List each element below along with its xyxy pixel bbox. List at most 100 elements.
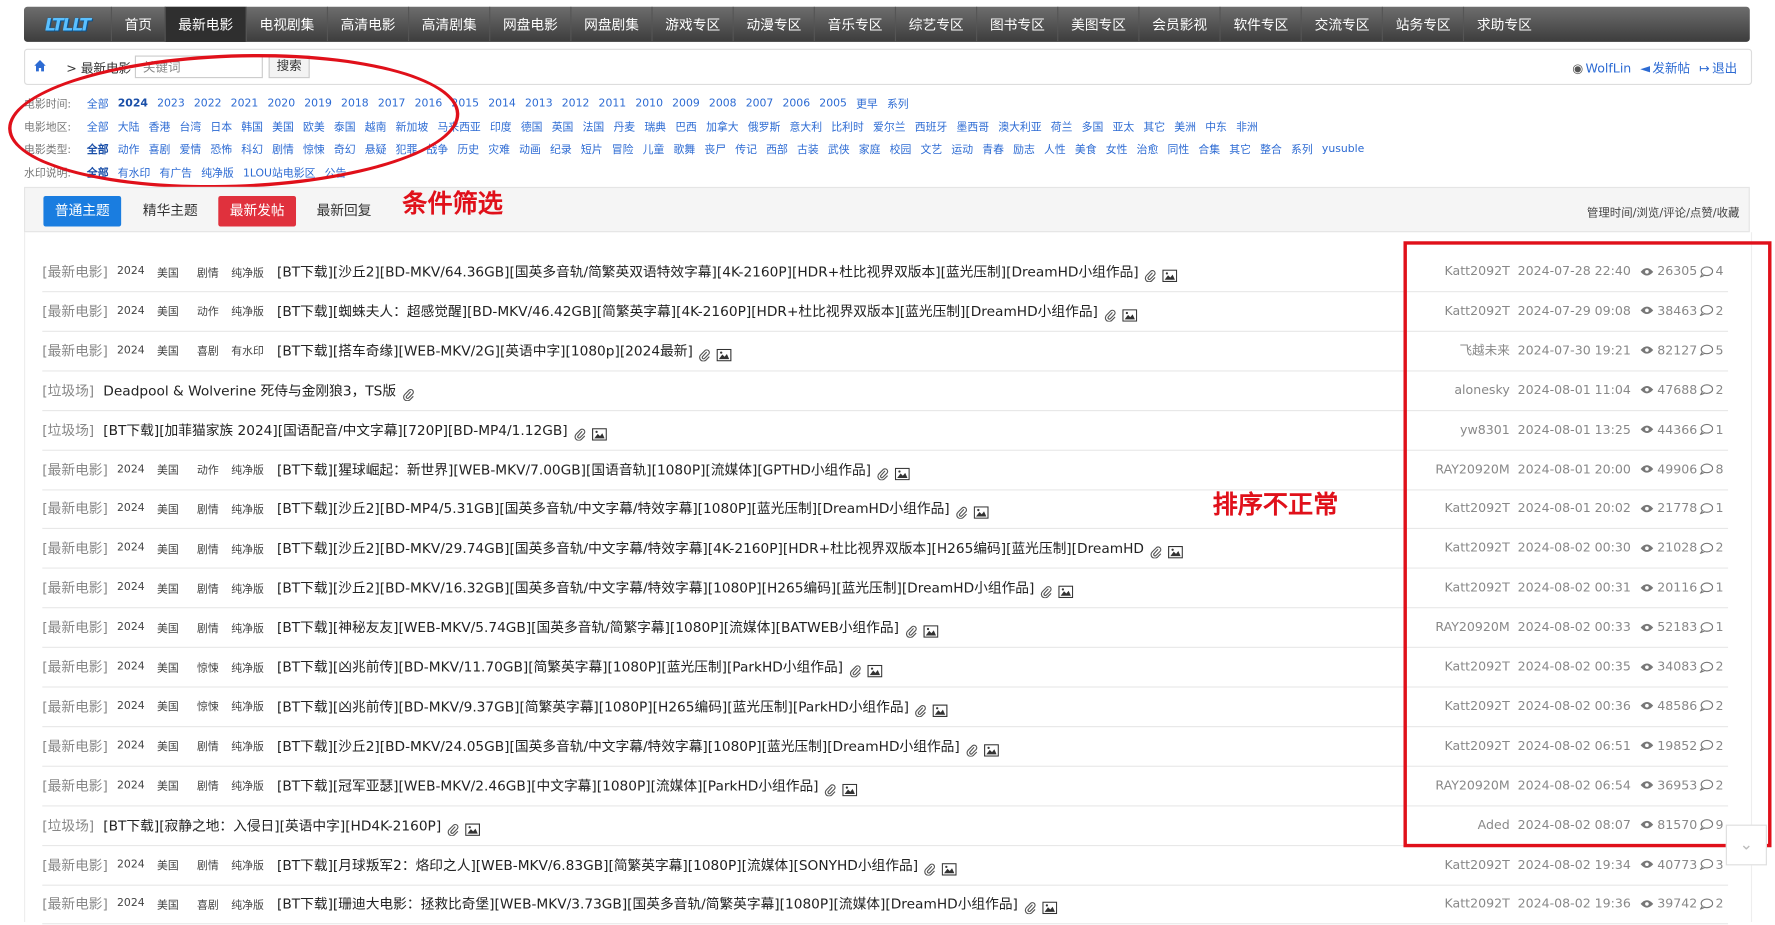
thread-title[interactable]: [BT下载][搭车奇缘][WEB-MKV/2G][英语中字][1080p][20… [277,341,693,360]
thread-tag[interactable]: 纯净版 [231,777,277,793]
thread-title[interactable]: [BT下载][沙丘2][BD-MKV/64.36GB][国英多音轨/简繁英双语特… [277,262,1139,281]
thread-title[interactable]: [BT下载][寂静之地：入侵日][英语中字][HD4K-2160P] [103,815,441,834]
thread-tag[interactable]: 美国 [157,619,197,635]
filter-option[interactable]: 冒险 [612,140,634,156]
thread-tag[interactable]: 2024 [117,621,157,633]
filter-option[interactable]: 其它 [1143,118,1165,133]
filter-option[interactable]: 青春 [982,140,1004,156]
thread-category[interactable]: [垃圾场] [42,380,94,399]
filter-option[interactable]: 2010 [635,97,663,109]
filter-option[interactable]: 系列 [887,95,909,111]
tab-latest-post[interactable]: 最新发帖 [218,195,297,227]
thread-tag[interactable]: 剧情 [197,619,231,635]
filter-option[interactable]: 儿童 [643,140,665,156]
filter-option[interactable]: 其它 [1229,140,1251,156]
thread-category[interactable]: [最新电影] [42,578,108,597]
nav-item[interactable]: 求助专区 [1463,6,1544,42]
nav-item[interactable]: 会员影视 [1138,6,1220,42]
filter-option[interactable]: 系列 [1291,140,1313,156]
thread-title[interactable]: [BT下载][凶兆前传][BD-MKV/11.70GB][简繁英字幕][1080… [277,657,843,676]
thread-tag[interactable]: 纯净版 [231,738,277,753]
thread-tag[interactable]: 美国 [157,580,197,595]
thread-category[interactable]: [最新电影] [42,855,108,874]
table-row[interactable]: [最新电影] 2024 美国 喜剧 纯净版 [BT下载][珊迪大电影：拯救比奇堡][WEB… [42,884,1729,925]
thread-title[interactable]: [BT下载][凶兆前传][BD-MKV/9.37GB][简繁英字幕][1080P… [277,696,909,715]
filter-option[interactable]: 2011 [599,97,627,109]
thread-title[interactable]: Deadpool & Wolverine 死侍与金刚狼3，TS版 [103,380,396,399]
thread-tag[interactable]: 美国 [157,738,197,753]
filter-option[interactable]: 爱尔兰 [873,118,906,133]
filter-option[interactable]: 丹麦 [613,118,635,133]
filter-option[interactable]: 2008 [709,97,737,109]
filter-option[interactable]: 古装 [797,140,819,156]
thread-title[interactable]: [BT下载][珊迪大电影：拯救比奇堡][WEB-MKV/3.73GB][国英多音… [277,894,1018,913]
filter-option[interactable]: 更早 [856,95,878,111]
thread-category[interactable]: [垃圾场] [42,815,94,834]
thread-tag[interactable]: 美国 [157,698,197,714]
nav-item[interactable]: 交流专区 [1300,6,1382,42]
thread-tag[interactable]: 纯净版 [231,303,277,318]
filter-option[interactable]: 西班牙 [915,118,948,133]
filter-option[interactable]: 德国 [521,118,543,133]
new-post-link[interactable]: ◄ 发新帖 [1640,59,1690,77]
nav-item[interactable]: 网盘剧集 [570,6,651,42]
nav-item[interactable]: 电视剧集 [245,6,327,42]
nav-item[interactable]: 网盘电影 [489,6,570,42]
user-link[interactable]: ◉ WolfLin [1572,61,1631,76]
thread-tag[interactable]: 纯净版 [231,896,277,911]
thread-category[interactable]: [最新电影] [42,776,108,795]
thread-title[interactable]: [BT下载][蜘蛛夫人：超感觉醒][BD-MKV/46.42GB][简繁英字幕]… [277,301,1098,320]
filter-option[interactable]: 运动 [951,140,973,156]
filter-option[interactable]: 丧尸 [704,140,726,156]
filter-option[interactable]: 比利时 [831,118,864,133]
filter-option[interactable]: 印度 [490,118,512,133]
nav-item[interactable]: 首页 [110,6,165,42]
thread-tag[interactable]: 纯净版 [231,461,277,476]
thread-tag[interactable]: 美国 [157,896,197,911]
thread-tag[interactable]: 剧情 [197,263,231,279]
nav-item[interactable]: 高清剧集 [408,6,489,42]
thread-title[interactable]: [BT下载][月球叛军2：烙印之人][WEB-MKV/6.83GB][简繁英字幕… [277,855,918,874]
thread-tag[interactable]: 惊悚 [197,659,231,674]
filter-option[interactable]: 武侠 [828,140,850,156]
filter-option[interactable]: 纪录 [550,140,572,156]
thread-title[interactable]: [BT下载][猩球崛起：新世界][WEB-MKV/7.00GB][国语音轨][1… [277,459,871,478]
thread-tag[interactable]: 2024 [117,265,157,277]
filter-option[interactable]: 荷兰 [1051,118,1073,133]
nav-item[interactable]: 综艺专区 [895,6,976,42]
filter-option[interactable]: 人性 [1044,140,1066,156]
thread-title[interactable]: [BT下载][沙丘2][BD-MKV/16.32GB][国英多音轨/中文字幕/特… [277,578,1034,597]
thread-author[interactable]: Katt2092T [1384,896,1510,911]
thread-category[interactable]: [最新电影] [42,262,108,281]
filter-option[interactable]: 家庭 [859,140,881,156]
nav-item[interactable]: 音乐专区 [813,6,895,42]
thread-tag[interactable]: 剧情 [197,501,231,516]
thread-tag[interactable]: 剧情 [197,580,231,595]
nav-item[interactable]: 美图专区 [1057,6,1138,42]
filter-option[interactable]: 中东 [1205,118,1227,133]
thread-title[interactable]: [BT下载][沙丘2][BD-MKV/29.74GB][国英多音轨/中文字幕/特… [277,538,1144,557]
site-logo[interactable]: LTLLT [24,7,111,42]
nav-item[interactable]: 游戏专区 [651,6,733,42]
thread-tag[interactable]: 纯净版 [231,698,277,714]
thread-title[interactable]: [BT下载][冠军亚瑟][WEB-MKV/2.46GB][中文字幕][1080P… [277,776,819,795]
scroll-top-button[interactable]: ⌄ [1725,824,1767,866]
thread-tag[interactable]: 美国 [157,777,197,793]
filter-option[interactable]: 动画 [519,140,541,156]
thread-tag[interactable]: 2024 [117,581,157,593]
home-icon[interactable] [33,59,47,73]
nav-item[interactable]: 最新电影 [164,6,246,42]
filter-option[interactable]: 短片 [581,140,603,156]
thread-tag[interactable]: 剧情 [197,777,231,793]
thread-tag[interactable]: 2024 [117,858,157,870]
filter-option[interactable]: 西部 [766,140,788,156]
filter-option[interactable]: 2005 [819,97,847,109]
filter-option[interactable]: 澳大利亚 [998,118,1041,133]
filter-option[interactable]: 同性 [1168,140,1190,156]
filter-option[interactable]: 俄罗斯 [748,118,781,133]
filter-option[interactable]: 瑞典 [644,118,666,133]
thread-tag[interactable]: 惊悚 [197,698,231,714]
thread-tag[interactable]: 纯净版 [231,580,277,595]
filter-option[interactable]: yusuble [1322,142,1364,154]
thread-category[interactable]: [最新电影] [42,538,108,557]
